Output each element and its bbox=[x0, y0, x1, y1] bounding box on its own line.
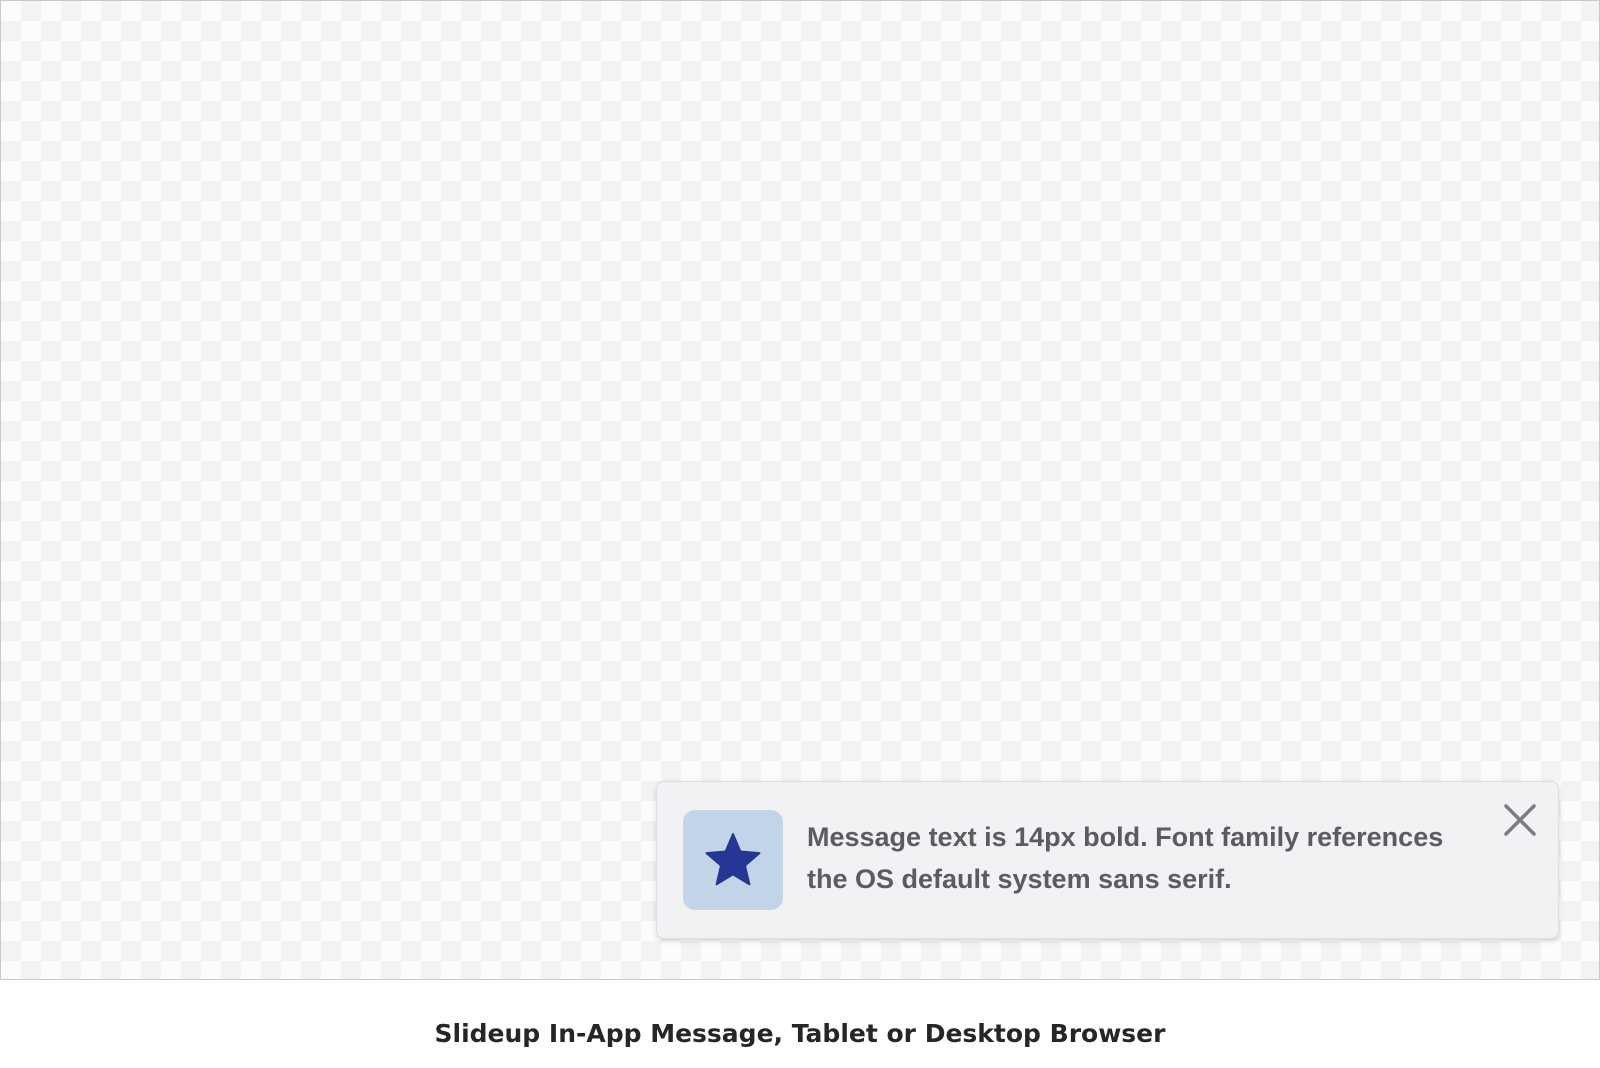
close-button[interactable] bbox=[1502, 802, 1538, 838]
slideup-message[interactable]: Message text is 14px bold. Font family r… bbox=[656, 781, 1559, 939]
message-icon-container bbox=[683, 810, 783, 910]
message-text: Message text is 14px bold. Font family r… bbox=[807, 822, 1444, 894]
figure-caption: Slideup In-App Message, Tablet or Deskto… bbox=[434, 1019, 1166, 1048]
star-icon bbox=[705, 833, 761, 886]
preview-canvas: Message text is 14px bold. Font family r… bbox=[0, 0, 1600, 980]
close-icon[interactable] bbox=[1503, 803, 1537, 837]
